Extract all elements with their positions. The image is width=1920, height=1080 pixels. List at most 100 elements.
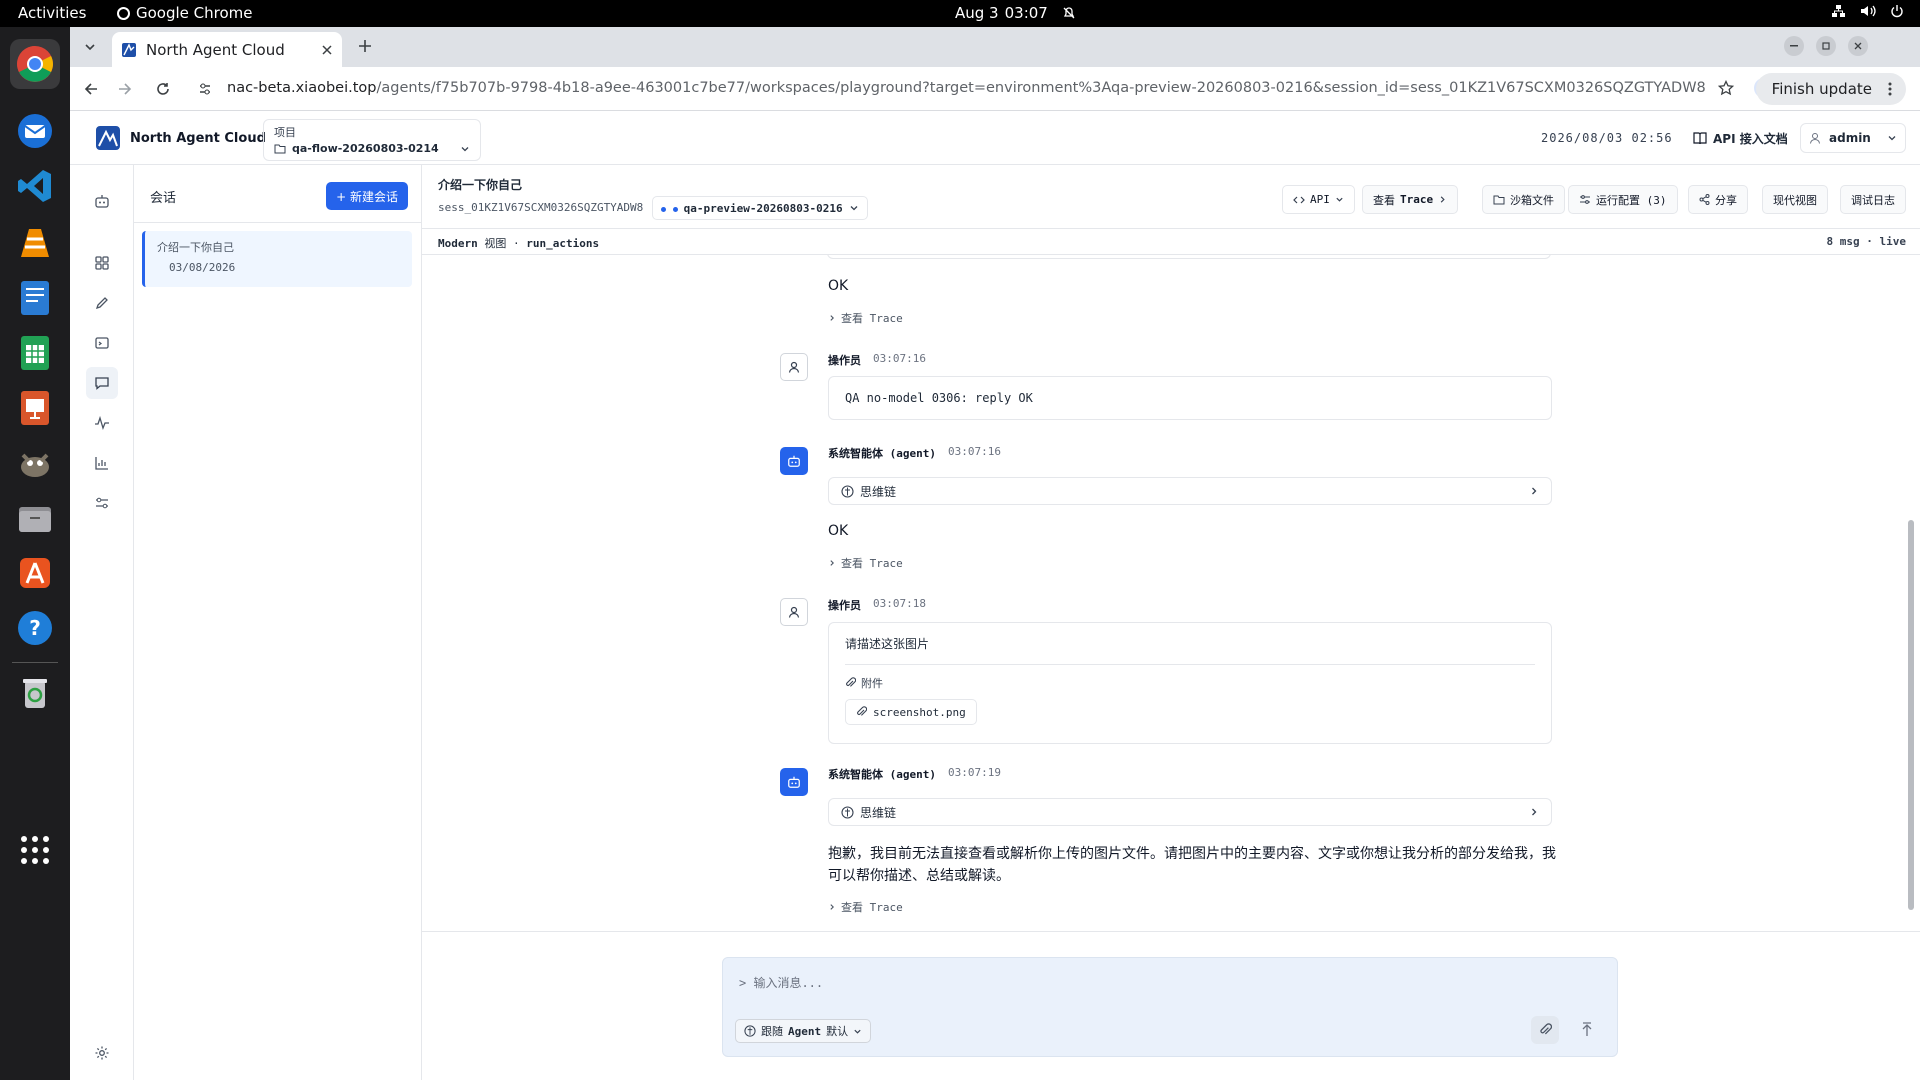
dock-vlc[interactable]: [10, 218, 60, 268]
dock-calc[interactable]: [10, 328, 60, 378]
nav-settings-sliders[interactable]: [86, 487, 118, 519]
attach-file-button[interactable]: [1531, 1016, 1559, 1044]
address-bar[interactable]: nac-beta.xiaobei.top/agents/f75b707b-979…: [227, 80, 1706, 96]
nav-editor[interactable]: [86, 287, 118, 319]
user-message-bubble: QA no-model 0306: reply OK: [828, 376, 1552, 420]
network-icon: [1831, 4, 1846, 18]
view-trace-button[interactable]: 查看 Trace: [1362, 185, 1459, 214]
new-session-button[interactable]: + 新建会话: [326, 182, 408, 210]
share-button[interactable]: 分享: [1688, 185, 1748, 214]
new-tab-plus-icon[interactable]: [358, 39, 372, 53]
app-menu[interactable]: Google Chrome: [117, 4, 253, 22]
power-icon: [1890, 4, 1904, 18]
dock-files[interactable]: [10, 493, 60, 543]
scrollbar-thumb[interactable]: [1908, 520, 1914, 910]
trash-icon: [15, 673, 55, 713]
pencil-icon: [94, 295, 110, 311]
book-icon: [1693, 132, 1707, 145]
think-chain-toggle[interactable]: 思维链: [828, 477, 1552, 505]
brand[interactable]: North Agent Cloud: [96, 126, 266, 150]
forward-arrow-icon[interactable]: [118, 82, 132, 96]
apps-grid-icon: [19, 834, 51, 866]
volume-icon: [1860, 4, 1876, 18]
message-time: 03:07:16: [873, 352, 926, 365]
environment-selector[interactable]: qa-preview-20260803-0216: [652, 196, 868, 220]
dock-vscode[interactable]: [10, 161, 60, 211]
nav-agent[interactable]: [86, 185, 118, 217]
session-item-date: 03/08/2026: [169, 261, 236, 274]
window-minimize-icon[interactable]: [1784, 36, 1804, 56]
message-list[interactable]: OK 查看 Trace 操作员 03:07:16 QA no-model 030…: [422, 255, 1920, 931]
window-close-icon[interactable]: [1848, 36, 1868, 56]
message-meta: 系统智能体 (agent) 03:07:16: [828, 445, 1001, 461]
message-scrollbar[interactable]: [1906, 265, 1916, 925]
sandbox-files-button[interactable]: 沙箱文件: [1482, 185, 1565, 214]
tab-close-icon[interactable]: [322, 44, 332, 55]
activities-button[interactable]: Activities: [18, 4, 86, 22]
browser-tab-active[interactable]: North Agent Cloud: [112, 32, 342, 67]
think-chain-label: 思维链: [860, 484, 897, 499]
view-trace-link[interactable]: 查看 Trace: [828, 555, 903, 571]
view-trace-label: 查看 Trace: [841, 312, 903, 325]
user-icon: [788, 606, 800, 618]
dock-impress[interactable]: [10, 383, 60, 433]
nav-analytics[interactable]: [86, 447, 118, 479]
think-chain-toggle[interactable]: 思维链: [828, 798, 1552, 826]
user-menu[interactable]: admin: [1800, 123, 1906, 153]
svg-text:?: ?: [29, 616, 41, 640]
dock-help[interactable]: ?: [10, 603, 60, 653]
system-tray[interactable]: [1831, 4, 1904, 18]
nav-terminal[interactable]: [86, 327, 118, 359]
message-meta: 系统智能体 (agent) 03:07:19: [828, 766, 1001, 782]
session-item[interactable]: 介绍一下你自己 03/08/2026: [142, 231, 412, 287]
thunderbird-icon: [15, 111, 55, 151]
header-datetime: 2026/08/03 02:56: [1541, 131, 1673, 145]
bookmark-star-icon[interactable]: [1718, 80, 1734, 96]
reload-icon[interactable]: [156, 82, 170, 96]
chevron-down-icon: [849, 203, 859, 213]
debug-log-button[interactable]: 调试日志: [1840, 185, 1906, 214]
folder-icon: [274, 144, 286, 154]
dock-gimp[interactable]: [10, 438, 60, 488]
chrome-small-icon: [117, 6, 130, 20]
project-selector[interactable]: 项目 qa-flow-20260803-0214: [263, 119, 481, 161]
url-host: nac-beta.xiaobei.top: [227, 80, 377, 96]
chevron-down-icon: [1335, 195, 1344, 204]
dock-app-center[interactable]: [10, 548, 60, 598]
nav-settings[interactable]: [86, 1037, 118, 1069]
modern-view-button[interactable]: 现代视图: [1762, 185, 1828, 214]
run-config-label: 运行配置 (3): [1596, 193, 1667, 207]
dock-writer[interactable]: [10, 273, 60, 323]
os-top-bar: Activities Google Chrome Aug 3 03:07: [0, 0, 1920, 27]
attachment-file-chip[interactable]: screenshot.png: [845, 699, 977, 725]
view-trace-link[interactable]: 查看 Trace: [828, 899, 903, 915]
send-arrow-icon: [1580, 1022, 1594, 1038]
nav-activity[interactable]: [86, 407, 118, 439]
nav-dashboard[interactable]: [86, 247, 118, 279]
nav-chat[interactable]: [86, 367, 118, 399]
send-button[interactable]: [1573, 1016, 1601, 1044]
finish-update-button[interactable]: Finish update: [1755, 73, 1906, 105]
clock[interactable]: Aug 3 03:07: [955, 4, 1076, 22]
dock-chrome[interactable]: [10, 39, 60, 89]
message-input[interactable]: > 输入消息...: [739, 974, 823, 991]
sessions-title: 会话: [150, 191, 177, 206]
run-config-button[interactable]: 运行配置 (3): [1568, 185, 1678, 214]
back-arrow-icon[interactable]: [84, 82, 98, 96]
activity-icon: [94, 415, 110, 431]
attachment-divider: [845, 664, 1535, 665]
agent-mode-selector[interactable]: 跟随 Agent 默认: [735, 1019, 872, 1043]
api-docs-link[interactable]: API 接入文档: [1693, 130, 1788, 147]
tab-list-chevron-icon[interactable]: [84, 41, 96, 53]
api-docs-label: API 接入文档: [1713, 132, 1788, 146]
chevron-down-icon: [853, 1027, 862, 1036]
chevron-right-icon: [1438, 195, 1447, 204]
window-restore-icon[interactable]: [1816, 36, 1836, 56]
dock-thunderbird[interactable]: [10, 106, 60, 156]
view-trace-link[interactable]: 查看 Trace: [828, 310, 903, 326]
dock-show-apps[interactable]: [10, 825, 60, 875]
dock-trash[interactable]: [10, 668, 60, 718]
site-info-icon[interactable]: [198, 82, 212, 96]
api-label: API: [1310, 193, 1330, 206]
api-dropdown-button[interactable]: API: [1282, 185, 1355, 214]
